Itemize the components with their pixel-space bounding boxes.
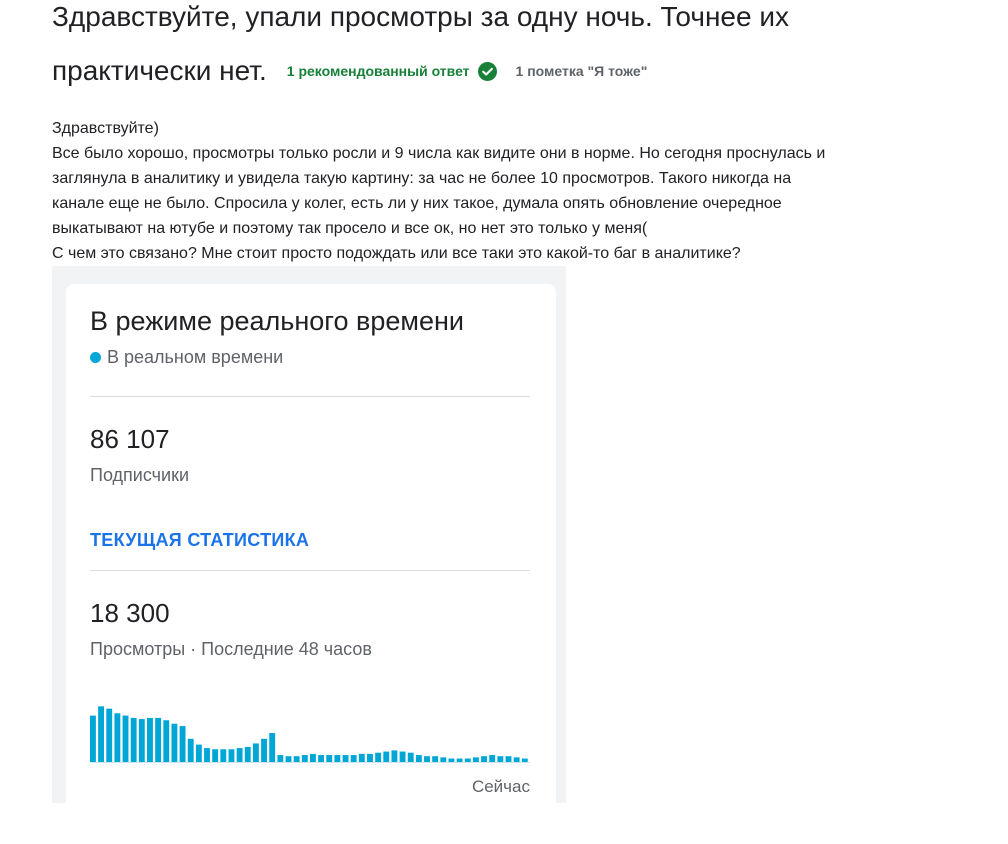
chart-bar	[318, 755, 325, 762]
chart-bar	[204, 748, 210, 762]
chart-bar	[90, 715, 96, 762]
me-too-count[interactable]: 1 пометка "Я тоже"	[516, 44, 648, 98]
body-line: выкатывают на ютубе и поэтому так просел…	[52, 220, 648, 237]
chart-bar	[122, 715, 129, 762]
chart-bar	[163, 720, 170, 762]
realtime-card-title: В режиме реального времени	[90, 306, 464, 336]
chart-bar	[497, 756, 504, 762]
recommended-answer-badge[interactable]: 1 рекомендованный ответ	[287, 44, 497, 98]
question-title-line2: практически нет.	[52, 55, 267, 86]
recommended-answer-label: 1 рекомендованный ответ	[286, 63, 470, 79]
chart-bar	[521, 758, 528, 762]
question-title-row2: практически нет. 1 рекомендованный ответ…	[52, 44, 982, 98]
chart-bar	[220, 749, 227, 762]
views-count: 18 300	[90, 598, 170, 628]
views-bar-chart	[90, 706, 530, 763]
live-dot-icon	[90, 352, 101, 363]
realtime-card: В режиме реального времени В реальном вр…	[66, 284, 556, 844]
chart-bar	[106, 708, 113, 762]
chart-bar	[481, 756, 487, 762]
chart-bar	[513, 757, 520, 762]
subscribers-label: Подписчики	[90, 465, 190, 485]
body-line: С чем это связано? Мне стоит просто подо…	[52, 245, 741, 262]
chart-bar	[424, 756, 430, 762]
chart-bar	[98, 706, 105, 762]
chart-bar	[440, 757, 447, 762]
chart-bar	[285, 756, 292, 762]
chart-bar	[301, 755, 308, 762]
chart-bar	[456, 758, 463, 762]
question-title: Здравствуйте, упали просмотры за одну но…	[52, 0, 982, 98]
chart-bar	[505, 756, 512, 762]
body-line: заглянула в аналитику и увидела такую ка…	[52, 170, 792, 187]
chart-bar	[432, 756, 439, 762]
chart-bar	[383, 751, 390, 762]
chart-bar	[334, 755, 341, 762]
chart-bar	[244, 746, 251, 762]
question-title-line1: Здравствуйте, упали просмотры за одну но…	[52, 1, 789, 32]
live-indicator: В реальном времени	[90, 347, 283, 368]
chart-bar	[228, 749, 235, 762]
chart-bar	[310, 753, 316, 762]
chart-bar	[350, 755, 357, 762]
chart-bar	[293, 756, 300, 762]
chart-bar	[367, 753, 373, 762]
current-stats-link[interactable]: ТЕКУЩАЯ СТАТИСТИКА	[90, 530, 309, 551]
chart-bar	[212, 749, 219, 762]
chart-bar	[326, 755, 333, 762]
chart-bar	[375, 752, 382, 762]
post-body: Здравствуйте) Все было хорошо, просмотры…	[52, 116, 952, 266]
subscribers-count: 86 107	[90, 424, 170, 454]
chart-bar	[171, 723, 178, 762]
chart-bar	[130, 717, 137, 762]
chart-bar	[138, 719, 145, 762]
live-label: В реальном времени	[107, 347, 284, 367]
chart-bar	[252, 743, 259, 762]
chart-bar	[195, 744, 202, 762]
screenshot-image: В режиме реального времени В реальном вр…	[52, 266, 566, 844]
chart-bar	[415, 755, 422, 762]
divider	[90, 570, 530, 571]
chart-bar	[472, 757, 479, 762]
check-circle-icon	[477, 61, 497, 81]
chart-bar	[448, 758, 455, 762]
chart-bar	[155, 717, 162, 762]
chart-bar	[179, 726, 186, 762]
divider	[90, 396, 530, 397]
chart-bar	[114, 713, 121, 762]
chart-bar	[391, 750, 398, 762]
chart-bar	[147, 717, 153, 762]
body-line: канале еще не было. Спросила у колег, ес…	[52, 195, 782, 212]
chart-bar	[261, 738, 267, 762]
body-line: Все было хорошо, просмотры только росли …	[52, 145, 826, 162]
chart-bar	[407, 752, 414, 762]
body-line: Здравствуйте)	[52, 120, 159, 137]
chart-bar	[236, 748, 243, 762]
chart-bar	[187, 738, 194, 762]
chart-bar	[489, 755, 496, 762]
chart-bar	[399, 751, 406, 762]
chart-bar	[342, 755, 349, 762]
chart-bar	[358, 753, 365, 762]
chart-bar	[464, 758, 471, 762]
views-label: Просмотры · Последние 48 часов	[90, 639, 372, 659]
chart-now-label: Сейчас	[471, 777, 530, 796]
chart-bar	[277, 755, 284, 762]
chart-bar	[269, 733, 276, 762]
